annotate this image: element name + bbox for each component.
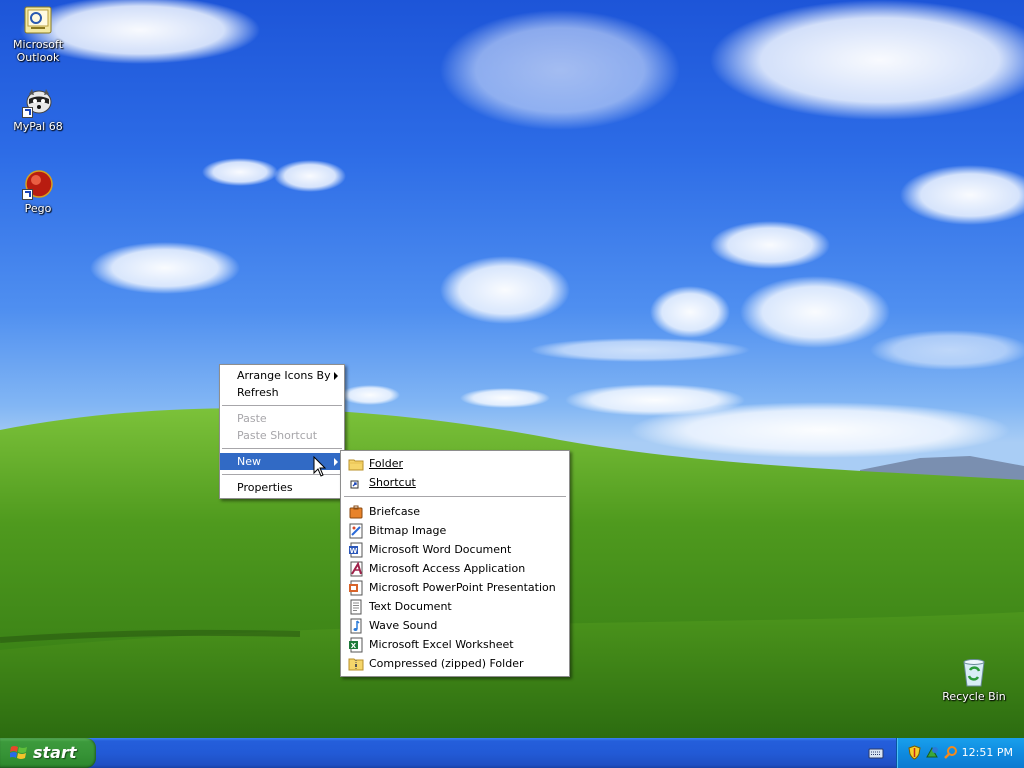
svg-text:X: X bbox=[351, 642, 357, 650]
menu-item-label: Microsoft PowerPoint Presentation bbox=[369, 581, 556, 594]
menu-item-label: Folder bbox=[369, 457, 403, 470]
svg-text:W: W bbox=[350, 547, 358, 555]
shortcut-icon bbox=[348, 475, 364, 491]
new-item-compressed-folder[interactable]: Compressed (zipped) Folder bbox=[341, 654, 569, 673]
new-submenu: Folder Shortcut Briefcase Bitmap Image W… bbox=[340, 450, 570, 677]
menu-item-paste-shortcut: Paste Shortcut bbox=[220, 427, 344, 444]
folder-icon bbox=[348, 456, 364, 472]
shortcut-arrow-icon bbox=[22, 107, 33, 118]
search-icon[interactable] bbox=[943, 745, 958, 760]
submenu-arrow-icon bbox=[334, 372, 338, 380]
taskbar: start 12:51 PM bbox=[0, 738, 1024, 768]
menu-item-label: Paste Shortcut bbox=[237, 429, 318, 442]
new-item-folder[interactable]: Folder bbox=[341, 454, 569, 473]
menu-item-properties[interactable]: Properties bbox=[220, 479, 344, 496]
menu-item-label: Microsoft Access Application bbox=[369, 562, 526, 575]
menu-item-paste: Paste bbox=[220, 410, 344, 427]
desktop-icon-label: Recycle Bin bbox=[942, 690, 1006, 703]
menu-item-label: Shortcut bbox=[369, 476, 416, 489]
windows-logo-icon bbox=[10, 746, 27, 759]
system-tray: 12:51 PM bbox=[896, 738, 1024, 768]
wave-sound-icon bbox=[348, 618, 364, 634]
start-label: start bbox=[33, 743, 77, 762]
powerpoint-icon bbox=[348, 580, 364, 596]
desktop-icon-outlook[interactable]: Microsoft Outlook bbox=[0, 4, 76, 64]
desktop-icon-label: Pego bbox=[24, 202, 52, 215]
new-item-access-application[interactable]: Microsoft Access Application bbox=[341, 559, 569, 578]
menu-item-label: Refresh bbox=[237, 386, 279, 399]
recycle-bin-icon bbox=[958, 656, 990, 688]
new-item-briefcase[interactable]: Briefcase bbox=[341, 502, 569, 521]
desktop-context-menu: Arrange Icons By Refresh Paste Paste Sho… bbox=[219, 364, 345, 499]
text-document-icon bbox=[348, 599, 364, 615]
new-item-wave-sound[interactable]: Wave Sound bbox=[341, 616, 569, 635]
menu-item-refresh[interactable]: Refresh bbox=[220, 384, 344, 401]
shortcut-arrow-icon bbox=[22, 189, 33, 200]
menu-item-label: Paste bbox=[237, 412, 267, 425]
desktop-icon-recycle-bin[interactable]: Recycle Bin bbox=[936, 656, 1012, 703]
submenu-arrow-icon bbox=[334, 458, 338, 466]
menu-item-label: New bbox=[237, 455, 261, 468]
menu-item-label: Briefcase bbox=[369, 505, 421, 518]
new-item-text-document[interactable]: Text Document bbox=[341, 597, 569, 616]
menu-item-label: Arrange Icons By bbox=[237, 369, 331, 382]
keyboard-icon[interactable] bbox=[868, 746, 884, 760]
menu-item-arrange-icons-by[interactable]: Arrange Icons By bbox=[220, 367, 344, 384]
menu-separator bbox=[344, 496, 566, 497]
security-shield-icon[interactable] bbox=[907, 745, 922, 760]
new-item-bitmap-image[interactable]: Bitmap Image bbox=[341, 521, 569, 540]
briefcase-icon bbox=[348, 504, 364, 520]
start-button[interactable]: start bbox=[0, 738, 96, 768]
mypal-icon bbox=[22, 86, 54, 118]
menu-item-label: Microsoft Excel Worksheet bbox=[369, 638, 514, 651]
desktop-icon-pego[interactable]: Pego bbox=[0, 168, 76, 215]
menu-separator bbox=[222, 448, 342, 449]
word-icon: W bbox=[348, 542, 364, 558]
menu-item-label: Wave Sound bbox=[369, 619, 438, 632]
zip-folder-icon bbox=[348, 656, 364, 672]
menu-item-label: Bitmap Image bbox=[369, 524, 447, 537]
desktop-icon-label: Outlook bbox=[16, 51, 60, 64]
menu-item-label: Compressed (zipped) Folder bbox=[369, 657, 524, 670]
outlook-icon bbox=[22, 4, 54, 36]
access-icon bbox=[348, 561, 364, 577]
new-item-shortcut[interactable]: Shortcut bbox=[341, 473, 569, 492]
clock[interactable]: 12:51 PM bbox=[962, 746, 1013, 759]
excel-icon: X bbox=[348, 637, 364, 653]
menu-item-label: Text Document bbox=[369, 600, 452, 613]
new-item-word-document[interactable]: W Microsoft Word Document bbox=[341, 540, 569, 559]
new-item-excel-worksheet[interactable]: X Microsoft Excel Worksheet bbox=[341, 635, 569, 654]
desktop-icon-label: Microsoft bbox=[12, 38, 64, 51]
bitmap-icon bbox=[348, 523, 364, 539]
menu-item-label: Microsoft Word Document bbox=[369, 543, 512, 556]
menu-separator bbox=[222, 405, 342, 406]
pego-icon bbox=[22, 168, 54, 200]
desktop-icon-label: MyPal 68 bbox=[13, 120, 63, 133]
network-icon[interactable] bbox=[925, 745, 940, 760]
mouse-cursor-icon bbox=[313, 456, 327, 477]
new-item-powerpoint-presentation[interactable]: Microsoft PowerPoint Presentation bbox=[341, 578, 569, 597]
desktop-icon-mypal[interactable]: MyPal 68 bbox=[0, 86, 76, 133]
menu-item-label: Properties bbox=[237, 481, 293, 494]
